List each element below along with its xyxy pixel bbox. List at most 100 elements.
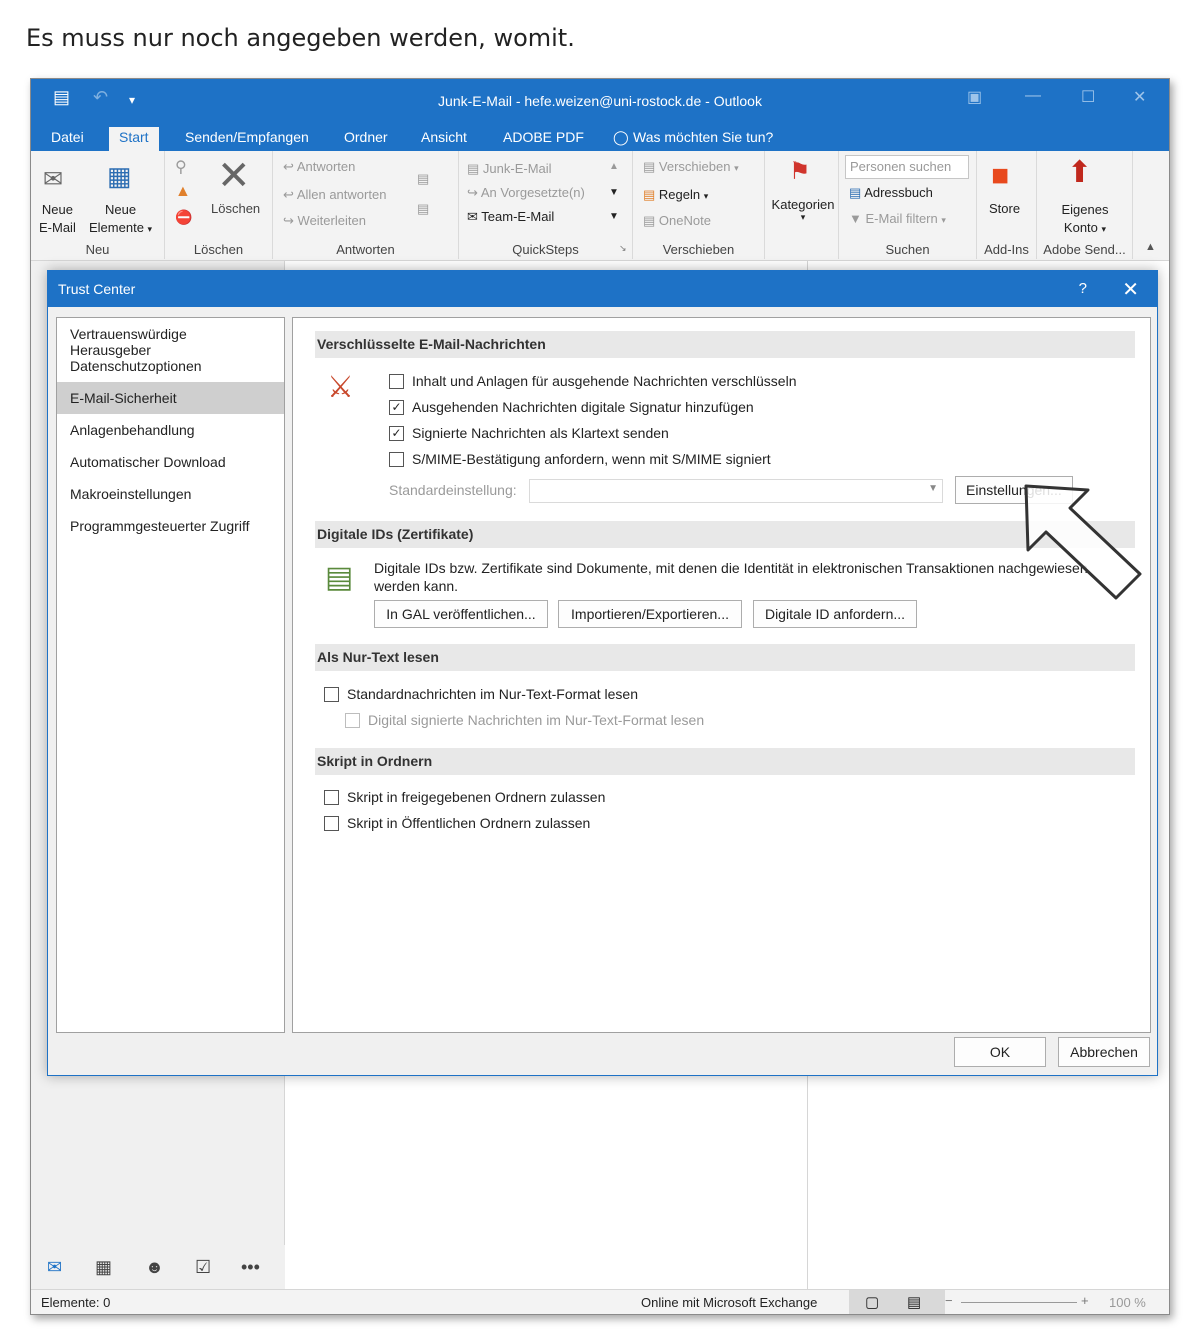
tab-start[interactable]: Start [109,127,159,151]
people-icon[interactable]: ☻ [145,1257,164,1278]
meeting-reply-icon[interactable]: ▤ [417,171,429,187]
ok-button[interactable]: OK [954,1037,1046,1067]
filter-email-button[interactable]: ▼ E-Mail filtern ▾ [849,211,946,226]
nav-item-programmatic-access[interactable]: Programmgesteuerter Zugriff [57,510,284,542]
status-bar: Elemente: 0 Online mit Microsoft Exchang… [31,1289,1169,1314]
nav-item-macro-settings[interactable]: Makroeinstellungen [57,478,284,510]
more-icon[interactable]: ••• [241,1257,260,1278]
publish-gal-button[interactable]: In GAL veröffentlichen... [374,600,548,628]
maximize-icon[interactable]: ☐ [1081,87,1095,107]
tab-adobe-pdf[interactable]: ADOBE PDF [493,127,594,151]
own-account-button[interactable]: Eigenes Konto ▾ [1055,201,1115,238]
quicksteps-scroll-up-icon[interactable]: ▲ [609,161,619,172]
tab-senden-empfangen[interactable]: Senden/Empfangen [175,127,319,151]
rules-icon: ▤ [643,187,656,202]
checkbox-checked[interactable]: ✓ [389,426,404,441]
group-label-loeschen: Löschen [193,242,244,257]
onenote-button[interactable]: ▤ OneNote [643,213,711,229]
more-reply-icon[interactable]: ▤ [417,201,429,217]
help-button[interactable]: ? [1079,280,1087,297]
ribbon-tabs: Datei Start Senden/Empfangen Ordner Ansi… [31,123,1169,151]
own-account-label-1: Eigenes [1061,202,1109,217]
checkbox[interactable] [324,790,339,805]
minimize-icon[interactable]: — [1025,87,1041,105]
nav-item-attachment-handling[interactable]: Anlagenbehandlung [57,414,284,446]
chevron-down-icon: ▼ [928,483,938,494]
tab-ordner[interactable]: Ordner [334,127,398,151]
security-lock-icon: ⚔ [327,371,354,404]
search-people-input[interactable]: Personen suchen [845,155,969,179]
move-button[interactable]: ▤ Verschieben ▾ [643,159,739,175]
ribbon: ✉ Neue E-Mail ▦ Neue Elemente ▾ Neu ⚲ ▲ … [31,151,1169,261]
quicksteps-scroll-down-icon[interactable]: ▼ [609,187,619,198]
mail-icon[interactable]: ✉ [47,1257,62,1278]
section-heading-digital-ids: Digitale IDs (Zertifikate) [315,521,1135,548]
new-email-button[interactable]: Neue E-Mail [39,201,76,237]
quickstep-junk[interactable]: ▤ Junk-E-Mail [467,161,552,177]
forward-button[interactable]: ↪ Weiterleiten [283,213,366,229]
reply-icon: ↩ [283,159,294,174]
reading-view-icon[interactable]: ▤ [907,1293,921,1311]
close-dialog-icon[interactable]: ✕ [1122,277,1139,302]
zoom-in-icon[interactable]: + [1081,1293,1089,1308]
email-security-panel: Verschlüsselte E-Mail-Nachrichten ⚔ Inha… [292,317,1151,1033]
categories-button[interactable]: Kategorien ▾ [768,197,838,223]
checkbox-checked[interactable]: ✓ [389,400,404,415]
tell-me-box[interactable]: Was möchten Sie tun? [623,127,783,151]
rules-button[interactable]: ▤ Regeln ▾ [643,187,708,203]
junk-icon[interactable]: ⛔ [175,209,192,226]
calendar-icon[interactable]: ▦ [95,1257,112,1278]
new-email-label-1: Neue [41,202,73,217]
address-book-button[interactable]: ▤ Adressbuch [849,185,933,201]
team-email-icon: ✉ [467,209,478,224]
section-heading-encrypted: Verschlüsselte E-Mail-Nachrichten [315,331,1135,358]
checkbox[interactable] [324,687,339,702]
adobe-send-icon[interactable]: ⬆ [1067,155,1092,190]
zoom-level[interactable]: 100 % [1109,1295,1146,1310]
delete-icon[interactable]: ✕ [217,153,251,199]
ignore-icon[interactable]: ⚲ [175,157,187,177]
checkbox[interactable] [324,816,339,831]
option-label: Skript in freigegebenen Ordnern zulassen [347,789,606,805]
checkbox-disabled [345,713,360,728]
checkbox[interactable] [389,374,404,389]
store-button[interactable]: Store [989,201,1020,216]
nav-item-trusted-publishers[interactable]: Vertrauenswürdige Herausgeber [57,318,284,358]
quickstep-manager[interactable]: ↪ An Vorgesetzte(n) [467,185,585,201]
flag-icon[interactable]: ⚑ [789,157,811,186]
group-label-addins: Add-Ins [984,242,1029,257]
tab-datei[interactable]: Datei [41,127,94,151]
close-window-icon[interactable]: ✕ [1133,87,1146,107]
zoom-slider[interactable] [961,1302,1077,1303]
caption-text: Es muss nur noch angegeben werden, womit… [26,24,575,52]
default-setting-select[interactable]: ▼ [529,479,943,503]
delete-button[interactable]: Löschen [211,201,260,216]
reply-all-button[interactable]: ↩ Allen antworten [283,187,386,203]
import-export-button[interactable]: Importieren/Exportieren... [558,600,742,628]
connection-status: Online mit Microsoft Exchange [641,1295,818,1310]
normal-view-icon[interactable]: ▢ [865,1293,879,1311]
group-neu: ✉ Neue E-Mail ▦ Neue Elemente ▾ Neu [31,151,165,259]
request-digital-id-button[interactable]: Digitale ID anfordern... [753,600,917,628]
view-buttons [849,1290,945,1314]
store-icon[interactable]: ■ [991,159,1009,193]
cancel-button[interactable]: Abbrechen [1058,1037,1150,1067]
group-quicksteps: ▤ Junk-E-Mail ↪ An Vorgesetzte(n) ✉ Team… [459,151,633,259]
zoom-out-icon[interactable]: − [945,1293,953,1308]
collapse-ribbon-icon[interactable]: ▲ [1145,241,1156,253]
nav-item-email-security[interactable]: E-Mail-Sicherheit [57,382,284,414]
quickstep-team[interactable]: ✉ Team-E-Mail [467,209,554,225]
forward-to-manager-icon: ↪ [467,185,478,200]
nav-item-automatic-download[interactable]: Automatischer Download [57,446,284,478]
checkbox[interactable] [389,452,404,467]
new-items-button[interactable]: Neue Elemente ▾ [89,201,152,238]
quicksteps-more-icon[interactable]: ▼ [609,211,619,222]
title-bar: ▤ ↶ ▾ Junk-E-Mail - hefe.weizen@uni-rost… [31,79,1169,123]
reply-button[interactable]: ↩ Antworten [283,159,355,175]
filter-email-label: E-Mail filtern [865,211,938,226]
move-icon: ▤ [643,159,656,174]
tasks-icon[interactable]: ☑ [195,1257,211,1278]
ribbon-display-options-icon[interactable]: ▣ [967,87,982,107]
cleanup-icon[interactable]: ▲ [175,183,191,201]
tab-ansicht[interactable]: Ansicht [411,127,477,151]
